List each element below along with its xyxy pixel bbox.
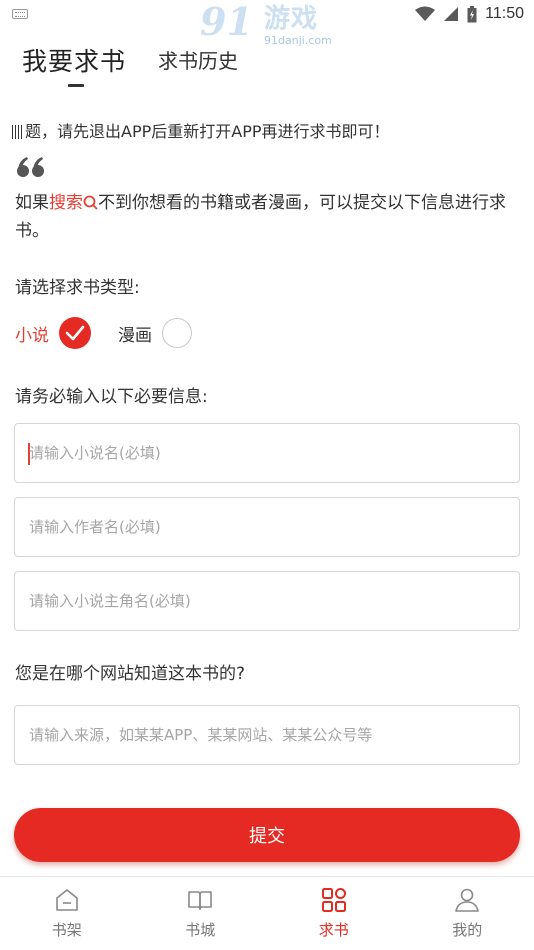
checked-radio-icon[interactable] [59,317,91,349]
nav-item-request-book[interactable]: 求书 [267,877,401,950]
source-field[interactable] [14,705,520,765]
author-name-input[interactable] [29,498,509,556]
nav-label-profile: 我的 [452,921,483,939]
header-tabs: 我要求书 求书历史 [0,30,534,100]
status-icons: 11:50 [415,4,524,24]
novel-name-field[interactable] [14,423,520,483]
notice-line: 题，请先退出APP后重新打开APP再进行求书即可！ [12,118,390,142]
bottom-nav: 书架 书城 求书 我的 [0,876,534,950]
novel-name-input[interactable] [29,424,509,482]
status-bar: 91 游戏 91danji.com 11:50 [0,0,534,47]
option-comic-label: 漫画 [118,325,152,346]
signal-icon [444,7,459,21]
intro-before: 如果 [15,193,49,213]
grid-icon [321,888,346,912]
unchecked-radio-icon[interactable] [162,318,192,348]
option-novel-label: 小说 [15,325,49,346]
nav-label-bookshelf: 书架 [51,921,82,939]
search-link-label: 搜索 [49,193,83,213]
wifi-icon [415,6,436,21]
search-icon [83,195,98,210]
option-comic[interactable]: 漫画 [118,317,192,349]
protagonist-name-input[interactable] [29,572,509,630]
nav-item-bookshelf[interactable]: 书架 [0,877,134,950]
nav-label-request-book: 求书 [318,921,349,939]
protagonist-name-field[interactable] [14,571,520,631]
tab-request-book[interactable]: 我要求书 [22,42,126,78]
user-icon [455,888,480,912]
source-input[interactable] [29,706,509,764]
required-section-label: 请务必输入以下必要信息: [15,387,208,407]
battery-icon [467,5,477,22]
nav-label-bookstore: 书城 [185,921,216,939]
intro-text: 如果搜索 不到你想看的书籍或者漫画，可以提交以下信息进行求书。 [15,189,520,245]
nav-item-profile[interactable]: 我的 [401,877,534,950]
option-novel[interactable]: 小说 [15,317,91,349]
submit-button[interactable]: 提交 [14,808,520,862]
keyboard-icon [12,9,28,19]
nav-item-bookstore[interactable]: 书城 [134,877,268,950]
notice-text: 题，请先退出APP后重新打开APP再进行求书即可！ [25,122,390,141]
book-icon [188,891,213,910]
search-link[interactable]: 搜索 [49,193,98,213]
author-name-field[interactable] [14,497,520,557]
notice-marquee: 题，请先退出APP后重新打开APP再进行求书即可！ [0,118,534,142]
quote-icon [17,157,44,177]
status-time: 11:50 [485,5,524,22]
type-section-label: 请选择求书类型: [15,278,140,298]
tab-request-history[interactable]: 求书历史 [158,45,238,74]
source-section-label: 您是在哪个网站知道这本书的? [15,664,246,684]
active-tab-indicator [68,84,84,87]
bookshelf-icon [55,889,78,911]
